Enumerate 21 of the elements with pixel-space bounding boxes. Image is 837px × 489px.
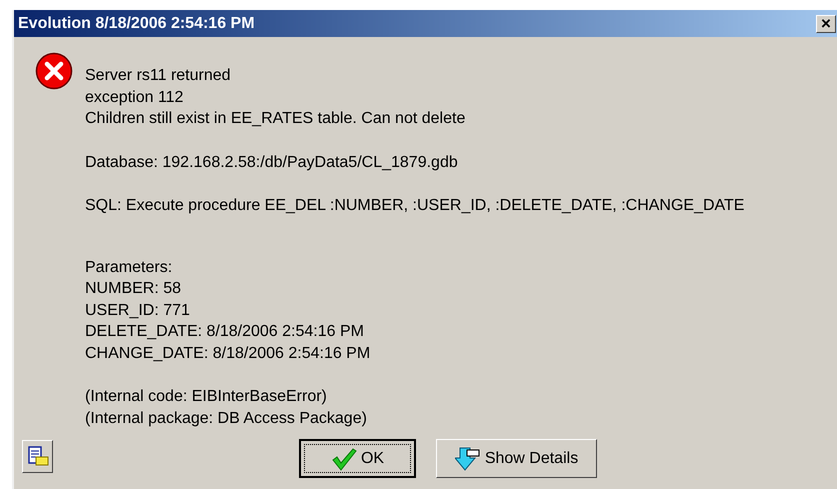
- message-line: NUMBER: 58: [85, 279, 182, 299]
- error-icon: [35, 52, 73, 90]
- message-line: SQL: Execute procedure EE_DEL :NUMBER, :USER_ID, :DELETE_DATE, :CHANGE_DATE: [85, 196, 744, 216]
- close-button[interactable]: ×: [816, 14, 836, 32]
- ok-button[interactable]: OK: [299, 439, 416, 478]
- message-line: Database: 192.168.2.58:/db/PayData5/CL_1879.gdb: [85, 152, 458, 172]
- message-line: Server rs11 returned: [85, 66, 231, 86]
- window-title: Evolution 8/18/2006 2:54:16 PM: [18, 14, 256, 34]
- show-details-button[interactable]: Show Details: [436, 439, 597, 478]
- down-arrow-icon: [454, 446, 481, 472]
- check-icon: [330, 446, 357, 470]
- message-line: Parameters:: [85, 258, 172, 278]
- message-line: DELETE_DATE: 8/18/2006 2:54:16 PM: [85, 322, 364, 342]
- copy-report-button[interactable]: [22, 440, 53, 473]
- message-line: exception 112: [85, 88, 184, 108]
- message-line: USER_ID: 771: [85, 300, 190, 320]
- message-line: (Internal package: DB Access Package): [85, 408, 367, 428]
- message-line: CHANGE_DATE: 8/18/2006 2:54:16 PM: [85, 344, 370, 364]
- message-line: Children still exist in EE_RATES table. Can not delete: [85, 109, 466, 129]
- document-icon: [26, 446, 48, 468]
- message-line: (Internal code: EIBInterBaseError): [85, 387, 327, 407]
